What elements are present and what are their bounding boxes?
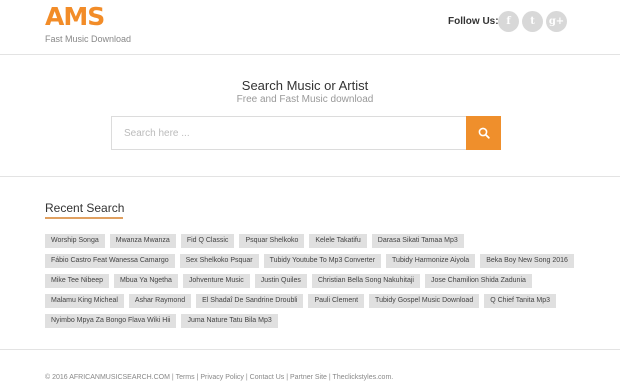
site-logo[interactable]: AMS — [45, 2, 105, 32]
recent-search-tag[interactable]: Psquar Shelkoko — [239, 234, 305, 248]
tag-row: Mike Tee Nibeep Mbua Ya Ngetha Johventur… — [45, 274, 585, 288]
recent-search-tag[interactable]: Tubidy Gospel Music Download — [369, 294, 480, 308]
site-header: AMS Fast Music Download Follow Us: f t g… — [0, 0, 620, 54]
recent-search-tag[interactable]: Sex Shelkoko Psquar — [179, 254, 259, 268]
recent-search-tag[interactable]: Darasa Sikati Tamaa Mp3 — [371, 234, 464, 248]
tag-row: Fábio Castro Feat Wanessa Camargo Sex Sh… — [45, 254, 585, 268]
recent-search-tag[interactable]: Kelele Takatifu — [309, 234, 367, 248]
recent-search-tag[interactable]: Mwanza Mwanza — [109, 234, 176, 248]
hero-divider — [0, 176, 620, 177]
recent-search-tags: Worship Songa Mwanza Mwanza Fid Q Classi… — [45, 234, 585, 334]
footer-link-theclickstyles[interactable]: Theclickstyles.com. — [333, 374, 394, 381]
footer-link-terms[interactable]: Terms — [176, 374, 195, 381]
recent-search-tag[interactable]: Fid Q Classic — [180, 234, 235, 248]
recent-search-tag[interactable]: Nyimbo Mpya Za Bongo Flava Wiki Hii — [45, 314, 177, 328]
header-divider — [0, 54, 620, 55]
recent-search-tag[interactable]: Ashar Raymond — [128, 294, 192, 308]
footer-divider — [0, 349, 620, 350]
twitter-icon[interactable]: t — [522, 11, 543, 32]
recent-search-tag[interactable]: Beka Boy New Song 2016 — [480, 254, 574, 268]
recent-search-tag[interactable]: Q Chief Tanita Mp3 — [484, 294, 557, 308]
recent-search-tag[interactable]: Tubidy Youtube To Mp3 Converter — [263, 254, 382, 268]
site-footer: © 2016 AFRICANMUSICSEARCH.COM | Terms | … — [45, 374, 393, 381]
hero-title: Search Music or Artist — [241, 78, 369, 93]
recent-search-tag[interactable]: Mike Tee Nibeep — [45, 274, 110, 288]
recent-search-title: Recent Search — [45, 201, 125, 215]
recent-search-tag[interactable]: Tubidy Harmonize Aiyola — [386, 254, 476, 268]
follow-us-label: Follow Us: — [448, 16, 499, 27]
recent-search-tag[interactable]: Juma Nature Tatu Bila Mp3 — [181, 314, 278, 328]
google-plus-icon[interactable]: g+ — [546, 11, 567, 32]
tag-row: Malamu King Micheal Ashar Raymond El Sha… — [45, 294, 585, 308]
recent-search-tag[interactable]: Jose Chamilion Shida Zadunia — [424, 274, 532, 288]
recent-search-tag[interactable]: Pauli Clement — [308, 294, 365, 308]
footer-link-privacy[interactable]: Privacy Policy — [200, 374, 244, 381]
facebook-icon[interactable]: f — [498, 11, 519, 32]
tag-row: Nyimbo Mpya Za Bongo Flava Wiki Hii Juma… — [45, 314, 585, 328]
tag-row: Worship Songa Mwanza Mwanza Fid Q Classi… — [45, 234, 585, 248]
footer-link-contact[interactable]: Contact Us — [250, 374, 285, 381]
recent-search-tag[interactable]: El Shadaî De Sandrine Droubli — [196, 294, 304, 308]
recent-search-tag[interactable]: Worship Songa — [45, 234, 105, 248]
site-tagline: Fast Music Download — [45, 34, 132, 44]
footer-link-partner[interactable]: Partner Site — [290, 374, 327, 381]
search-input[interactable] — [111, 116, 466, 150]
recent-search-tag[interactable]: Fábio Castro Feat Wanessa Camargo — [45, 254, 175, 268]
recent-search-tag[interactable]: Johventure Music — [182, 274, 250, 288]
recent-search-underline — [45, 217, 123, 219]
recent-search-tag[interactable]: Christian Bella Song Nakuhitaji — [311, 274, 420, 288]
recent-search-tag[interactable]: Mbua Ya Ngetha — [114, 274, 178, 288]
recent-search-tag[interactable]: Malamu King Micheal — [45, 294, 124, 308]
hero-subtitle: Free and Fast Music download — [236, 94, 374, 105]
footer-copyright: © 2016 AFRICANMUSICSEARCH.COM — [45, 374, 170, 381]
search-icon — [478, 127, 490, 139]
search-button[interactable] — [466, 116, 501, 150]
recent-search-tag[interactable]: Justin Quiles — [254, 274, 307, 288]
